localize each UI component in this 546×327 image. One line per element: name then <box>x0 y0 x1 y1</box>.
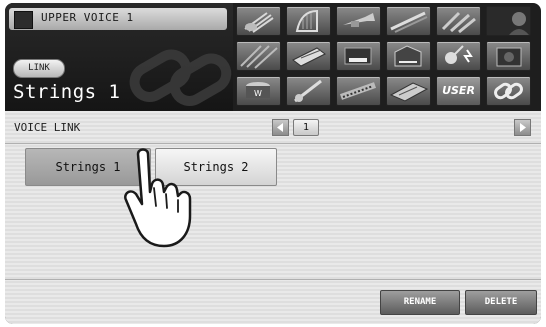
divider <box>5 279 541 280</box>
mixer-icon[interactable] <box>386 76 431 106</box>
flute-icon[interactable] <box>386 6 431 36</box>
pointing-hand-icon <box>124 148 192 248</box>
user-voice-button[interactable]: USER <box>436 76 481 106</box>
piano-icon[interactable] <box>336 41 381 71</box>
bass-guitar-icon[interactable] <box>286 76 331 106</box>
voice-link-panel: VOICE LINK 1 Strings 1 Strings 2 RENAME … <box>5 111 541 324</box>
part-title: UPPER VOICE 1 <box>41 11 134 24</box>
user-label: USER <box>442 84 475 97</box>
brass-section-icon[interactable] <box>436 6 481 36</box>
harp-icon[interactable] <box>286 6 331 36</box>
synth-icon[interactable] <box>336 76 381 106</box>
page-number: 1 <box>293 119 319 136</box>
link-badge: LINK <box>13 59 65 78</box>
divider <box>5 143 541 144</box>
link-watermark-icon <box>129 49 232 106</box>
voice-link-label: VOICE LINK <box>14 121 81 134</box>
rename-button[interactable]: RENAME <box>380 290 460 315</box>
guitar-icon[interactable] <box>436 41 481 71</box>
page-next-button[interactable] <box>514 119 531 136</box>
voice-link-screen: UPPER VOICE 1 LINK Strings 1 W USER VOIC… <box>5 3 541 324</box>
organ-icon[interactable] <box>386 41 431 71</box>
arrow-right-icon <box>520 123 526 132</box>
page-prev-button[interactable] <box>272 119 289 136</box>
pad-icon[interactable] <box>236 41 281 71</box>
svg-text:W: W <box>254 89 262 98</box>
voice-info-area: UPPER VOICE 1 LINK Strings 1 <box>5 3 233 111</box>
link-icon[interactable] <box>486 76 531 106</box>
strings-icon[interactable] <box>236 6 281 36</box>
arrow-left-icon <box>277 123 283 132</box>
delete-button[interactable]: DELETE <box>465 290 537 315</box>
percussion-icon[interactable]: W <box>236 76 281 106</box>
voice-section-grid: W USER <box>236 6 538 108</box>
voice-name: Strings 1 <box>13 81 121 103</box>
amp-icon[interactable] <box>486 41 531 71</box>
trumpet-icon[interactable] <box>336 6 381 36</box>
part-indicator <box>14 11 33 29</box>
vocal-icon[interactable] <box>486 6 531 36</box>
keyboard-icon[interactable] <box>286 41 331 71</box>
voice-link-header: VOICE LINK 1 <box>5 111 541 143</box>
part-header[interactable]: UPPER VOICE 1 <box>9 8 227 30</box>
